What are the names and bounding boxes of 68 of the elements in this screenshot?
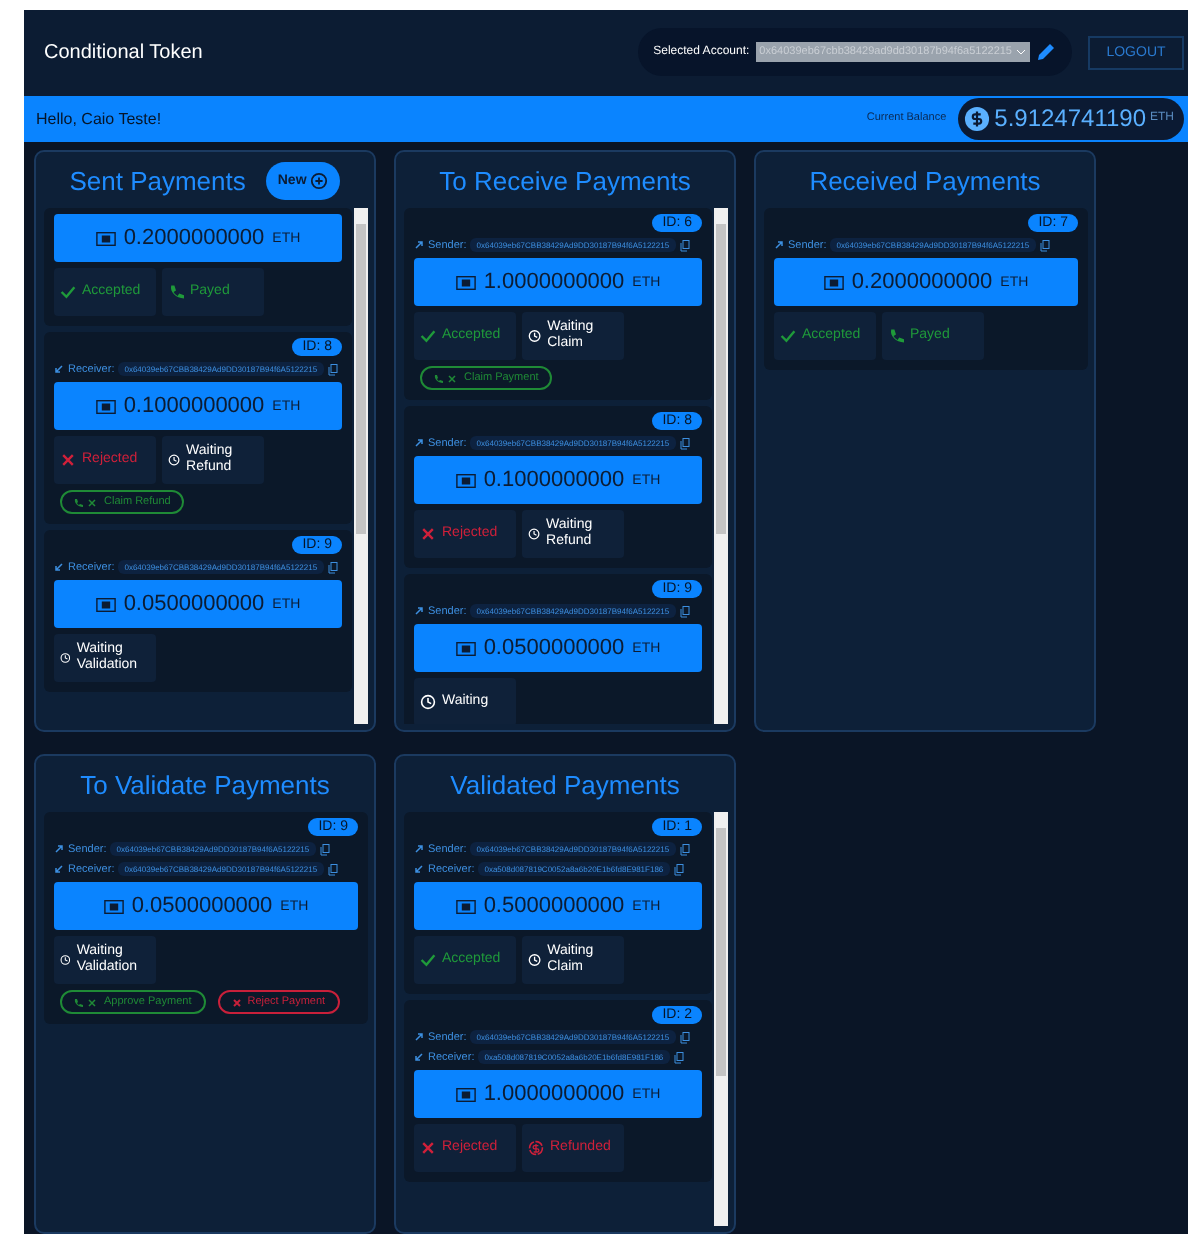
copy-icon xyxy=(327,863,338,875)
arrow-down-left-icon xyxy=(414,1052,424,1062)
greeting-text: Hello, Caio Teste! xyxy=(36,109,164,128)
scrollbar[interactable] xyxy=(714,208,728,724)
arrow-up-right-icon xyxy=(414,240,424,250)
arrow-down-left-icon xyxy=(54,562,64,572)
plus-circle-icon xyxy=(310,171,329,189)
panel-title: To Receive Payments xyxy=(439,165,691,195)
cross-icon xyxy=(420,1140,436,1156)
clock-icon xyxy=(528,526,541,542)
arrow-down-left-icon xyxy=(414,864,424,874)
banknote-icon xyxy=(95,399,116,413)
copy-icon xyxy=(327,363,338,375)
arrow-down-left-icon xyxy=(54,864,64,874)
copy-icon xyxy=(319,843,330,855)
phone-cross-icon xyxy=(74,497,98,507)
check-icon xyxy=(780,328,796,344)
copy-icon xyxy=(673,1051,684,1063)
cross-icon xyxy=(60,452,76,468)
balance-value: 5.9124741190 xyxy=(994,104,1146,133)
panel-title: Validated Payments xyxy=(450,769,680,799)
phone-cross-icon xyxy=(74,997,98,1007)
arrow-down-left-icon xyxy=(54,364,64,374)
clock-icon xyxy=(528,952,542,968)
copy-icon xyxy=(679,843,690,855)
banknote-icon xyxy=(103,899,124,913)
cross-icon xyxy=(420,526,436,542)
arrow-up-right-icon xyxy=(414,438,424,448)
scrollbar[interactable] xyxy=(354,208,368,724)
check-icon xyxy=(420,328,436,344)
dollar-cycle-icon xyxy=(528,1140,544,1156)
panel-title: Received Payments xyxy=(809,165,1041,195)
app-title: Conditional Token xyxy=(44,41,205,64)
banknote-icon xyxy=(455,899,476,913)
phone-cross-icon xyxy=(434,373,458,383)
banknote-icon xyxy=(95,597,116,611)
copy-icon xyxy=(327,561,338,573)
copy-icon xyxy=(679,1031,690,1043)
check-icon xyxy=(420,952,436,968)
clock-icon xyxy=(420,694,436,710)
arrow-up-right-icon xyxy=(54,844,64,854)
pencil-icon[interactable] xyxy=(1036,42,1056,63)
cross-icon xyxy=(231,997,242,1007)
arrow-up-right-icon xyxy=(414,844,424,854)
clock-icon xyxy=(60,650,71,666)
caret-icon xyxy=(1016,48,1026,57)
copy-icon xyxy=(679,239,690,251)
clock-icon xyxy=(60,952,71,968)
copy-icon xyxy=(1039,239,1050,251)
arrow-up-right-icon xyxy=(414,606,424,616)
copy-icon xyxy=(673,863,684,875)
banknote-icon xyxy=(455,275,476,289)
arrow-up-right-icon xyxy=(774,240,784,250)
copy-icon xyxy=(679,437,690,449)
copy-icon xyxy=(679,605,690,617)
clock-icon xyxy=(528,328,542,344)
panel-title: To Validate Payments xyxy=(80,769,330,799)
check-icon xyxy=(60,284,76,300)
scrollbar[interactable] xyxy=(714,812,728,1226)
banknote-icon xyxy=(455,473,476,487)
banknote-icon xyxy=(823,275,844,289)
arrow-up-right-icon xyxy=(414,1032,424,1042)
dollar-icon xyxy=(964,105,991,132)
banknote-icon xyxy=(95,231,116,245)
panel-title: Sent Payments xyxy=(69,165,246,195)
clock-icon xyxy=(168,452,181,468)
banknote-icon xyxy=(455,1087,476,1101)
banknote-icon xyxy=(455,641,476,655)
